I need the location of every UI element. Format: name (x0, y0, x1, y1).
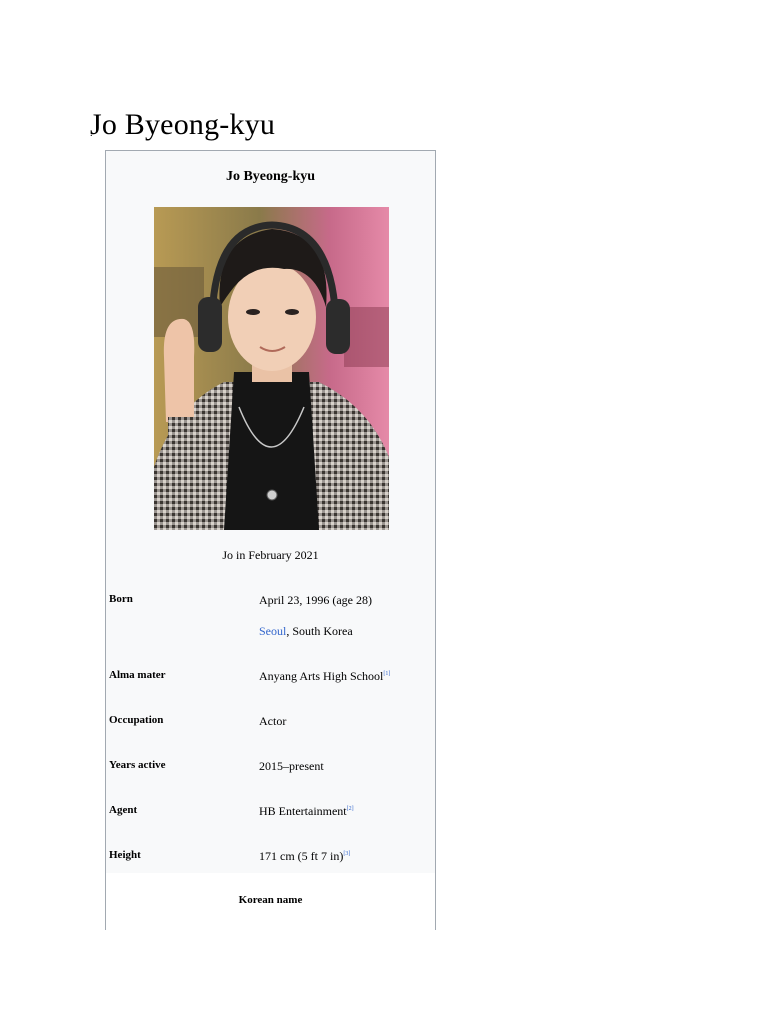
agent-text: HB Entertainment (259, 804, 347, 818)
alma-mater-label: Alma mater (109, 669, 166, 681)
alma-mater-text: Anyang Arts High School (259, 669, 384, 683)
alma-mater-value: Anyang Arts High School[1] (259, 669, 390, 684)
height-label: Height (109, 849, 141, 861)
portrait-photo[interactable] (154, 207, 389, 530)
agent-value: HB Entertainment[2] (259, 804, 354, 819)
years-active-label: Years active (109, 759, 166, 771)
years-active-value: 2015–present (259, 759, 324, 773)
seoul-link[interactable]: Seoul (259, 624, 286, 638)
ref-1-link[interactable]: [1] (383, 671, 390, 677)
occupation-label: Occupation (109, 714, 164, 726)
height-value: 171 cm (5 ft 7 in)[3] (259, 849, 350, 864)
hatnote-dot: . (90, 128, 93, 139)
born-place-country: , South Korea (286, 624, 353, 638)
ref-3-link[interactable]: [3] (343, 851, 350, 857)
page-title: Jo Byeong-kyu (90, 108, 276, 142)
height-text: 171 cm (5 ft 7 in) (259, 849, 344, 863)
photo-caption: Jo in February 2021 (222, 548, 319, 562)
agent-label: Agent (109, 804, 138, 816)
occupation-value: Actor (259, 714, 287, 728)
born-place: Seoul, South Korea (259, 624, 353, 639)
born-date: April 23, 1996 (age 28) (259, 593, 372, 607)
infobox-title: Jo Byeong-kyu (225, 169, 316, 184)
korean-name-header: Korean name (238, 894, 303, 906)
infobox: Jo Byeong-kyu Jo in February 2021 Born A… (105, 150, 436, 931)
ref-2-link[interactable]: [2] (347, 806, 354, 812)
born-label: Born (109, 593, 133, 605)
